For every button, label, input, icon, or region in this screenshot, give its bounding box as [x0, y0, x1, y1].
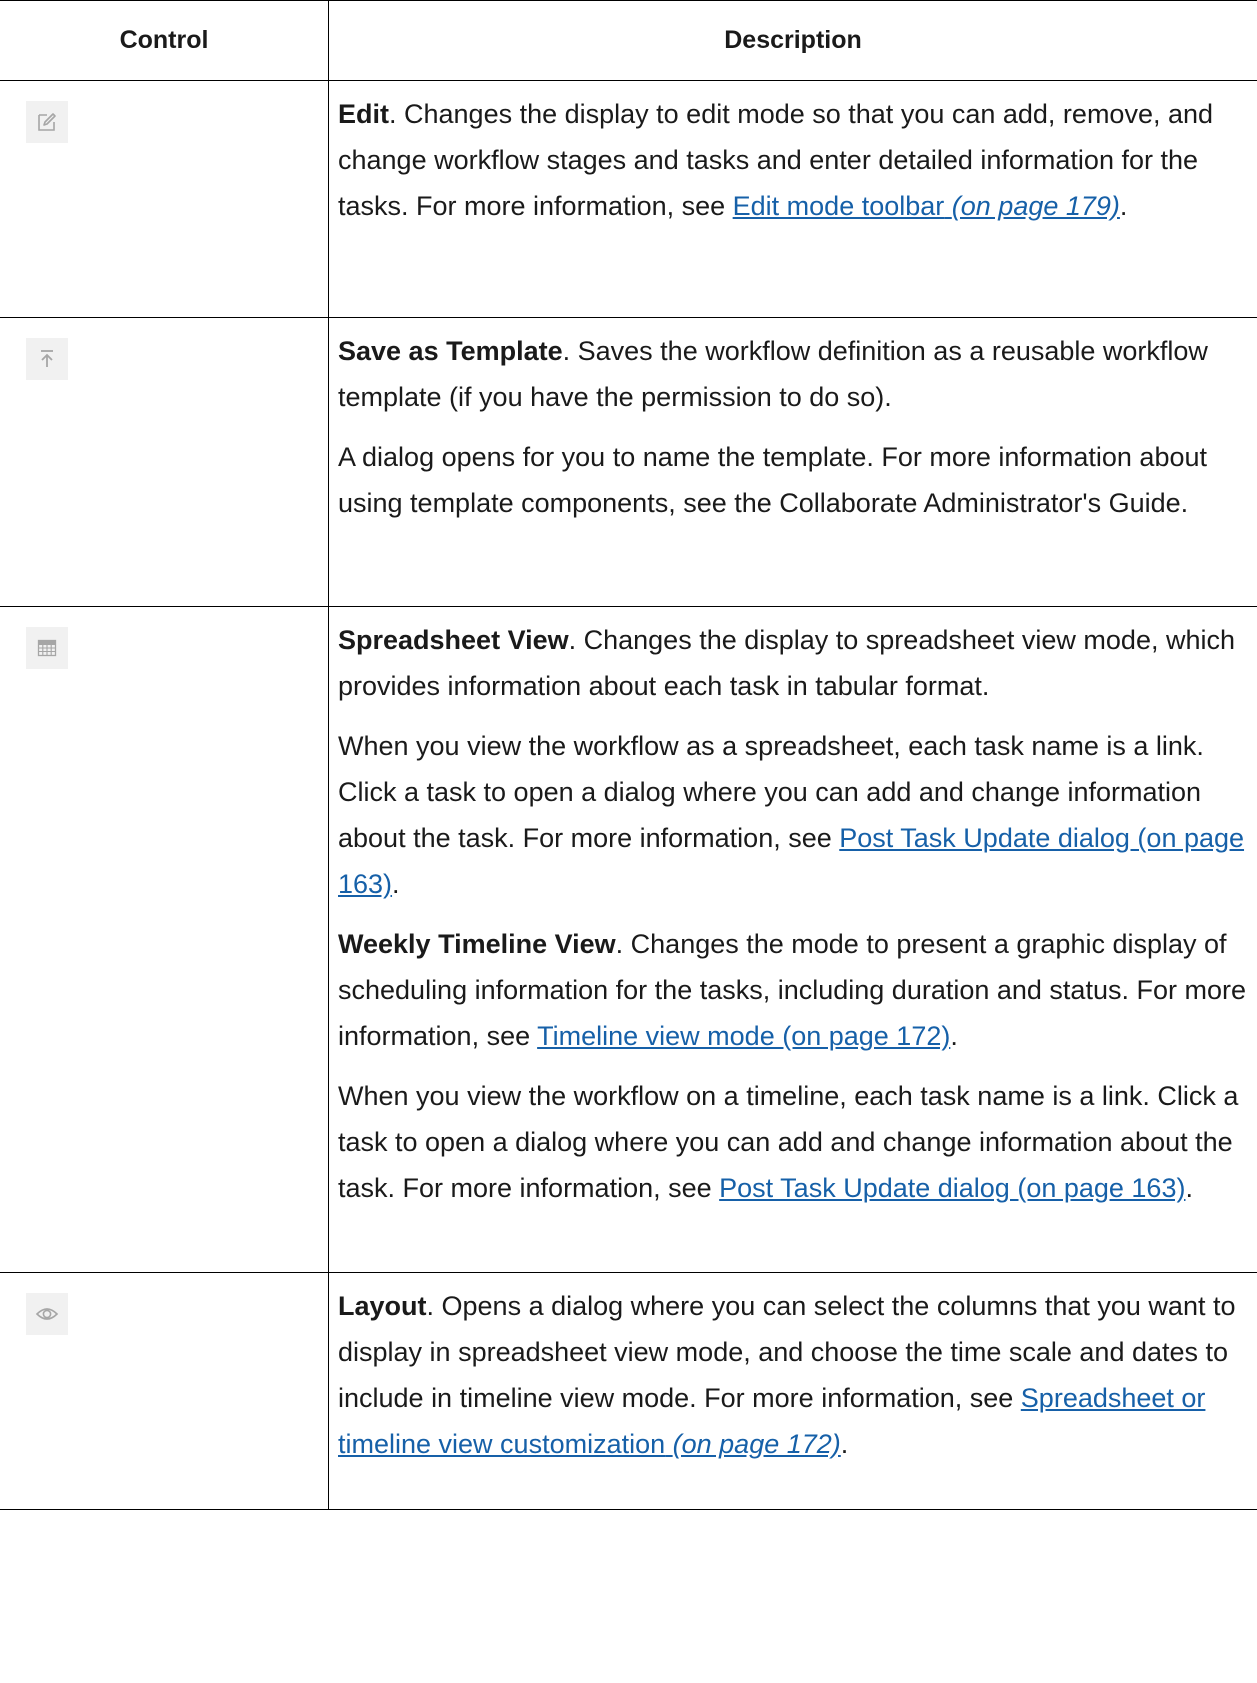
- description-cell-spreadsheet-view: Spreadsheet View. Changes the display to…: [328, 606, 1257, 1273]
- controls-table: Control Description Edit. Changes the di…: [0, 0, 1257, 1510]
- layout-term: Layout: [338, 1291, 427, 1321]
- edit-icon[interactable]: [26, 101, 68, 143]
- control-cell-save-as-template: [0, 317, 329, 607]
- timeline-task-end: .: [1185, 1173, 1193, 1203]
- table-row-spreadsheet-view: Spreadsheet View. Changes the display to…: [0, 606, 1257, 1273]
- spreadsheet-view-paragraph-2: When you view the workflow as a spreadsh…: [338, 723, 1257, 907]
- timeline-view-mode-link[interactable]: Timeline view mode (on page 172): [537, 1021, 950, 1051]
- save-as-template-icon[interactable]: [26, 338, 68, 380]
- layout-paragraph: Layout. Opens a dialog where you can sel…: [338, 1283, 1257, 1467]
- edit-paragraph: Edit. Changes the display to edit mode s…: [338, 91, 1257, 229]
- table-row-edit: Edit. Changes the display to edit mode s…: [0, 80, 1257, 318]
- description-cell-layout: Layout. Opens a dialog where you can sel…: [328, 1272, 1257, 1510]
- save-as-template-paragraph-2: A dialog opens for you to name the templ…: [338, 442, 1207, 518]
- edit-mode-toolbar-link-text: Edit mode toolbar: [732, 191, 945, 221]
- column-header-control: Control: [0, 0, 329, 81]
- control-cell-spreadsheet-view: [0, 606, 329, 1273]
- view-customization-page-ref: (on page 172): [672, 1429, 841, 1459]
- weekly-timeline-paragraph: Weekly Timeline View. Changes the mode t…: [338, 921, 1257, 1059]
- edit-mode-toolbar-page-ref: (on page 179): [951, 191, 1120, 221]
- table-header-row: Control Description: [0, 0, 1257, 81]
- weekly-timeline-end: .: [950, 1021, 958, 1051]
- save-as-template-paragraph-1: Save as Template. Saves the workflow def…: [338, 328, 1257, 420]
- edit-term: Edit: [338, 99, 389, 129]
- post-task-update-link-2[interactable]: Post Task Update dialog (on page 163): [719, 1173, 1185, 1203]
- edit-mode-toolbar-link[interactable]: Edit mode toolbar (on page 179): [733, 191, 1120, 221]
- table-row-save-as-template: Save as Template. Saves the workflow def…: [0, 317, 1257, 607]
- spreadsheet-view-icon[interactable]: [26, 627, 68, 669]
- spreadsheet-view-term: Spreadsheet View: [338, 625, 569, 655]
- description-cell-save-as-template: Save as Template. Saves the workflow def…: [328, 317, 1257, 607]
- control-cell-edit: [0, 80, 329, 318]
- timeline-task-paragraph: When you view the workflow on a timeline…: [338, 1073, 1257, 1211]
- layout-text-end: .: [840, 1429, 849, 1459]
- table-row-layout: Layout. Opens a dialog where you can sel…: [0, 1272, 1257, 1510]
- control-cell-layout: [0, 1272, 329, 1510]
- spreadsheet-view-paragraph-1: Spreadsheet View. Changes the display to…: [338, 617, 1257, 709]
- save-as-template-term: Save as Template: [338, 336, 563, 366]
- layout-eye-icon[interactable]: [26, 1293, 68, 1335]
- weekly-timeline-view-term: Weekly Timeline View: [338, 929, 616, 959]
- column-header-description: Description: [328, 0, 1257, 81]
- edit-text-end: .: [1119, 191, 1128, 221]
- spreadsheet-view-p2-end: .: [392, 869, 400, 899]
- description-cell-edit: Edit. Changes the display to edit mode s…: [328, 80, 1257, 318]
